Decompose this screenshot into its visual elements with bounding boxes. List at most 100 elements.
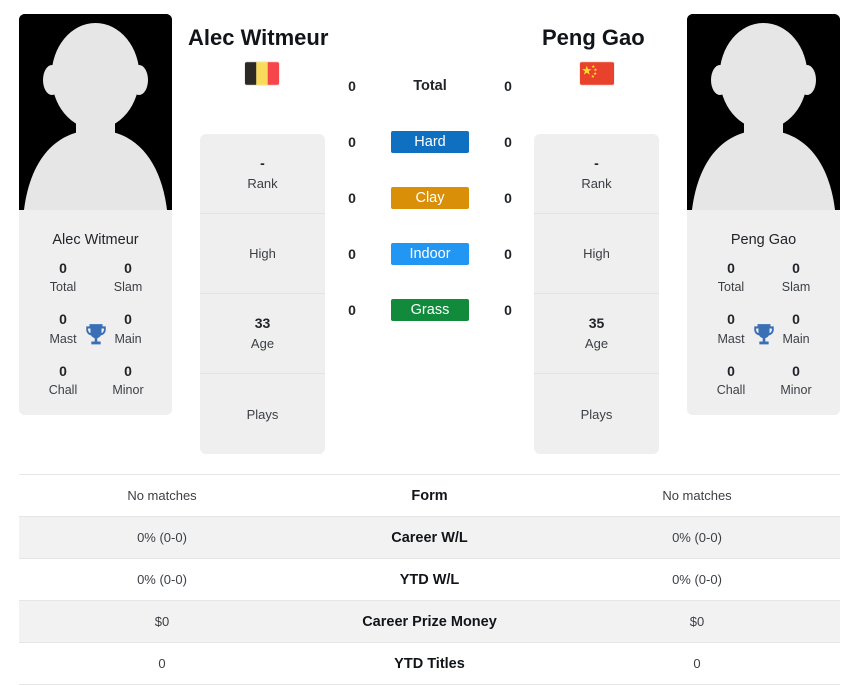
surface-row-grass: 0 Grass 0 (340, 282, 520, 338)
row-left-value: 0% (0-0) (137, 572, 187, 587)
titles-slam-value: 0 (792, 260, 800, 276)
titles-minor-value: 0 (124, 362, 132, 379)
player-card-name-left: Alec Witmeur (19, 220, 172, 258)
surface-indoor-right-value: 0 (504, 246, 512, 262)
titles-row: 0 Chall 0 Minor (19, 361, 172, 399)
row-label: Career W/L (391, 529, 468, 546)
stat-high-label: High (583, 246, 610, 262)
row-label: YTD W/L (399, 571, 460, 588)
row-right-value: $0 (689, 614, 705, 629)
player-name-left[interactable]: Alec Witmeur (188, 25, 328, 51)
stat-rank-value: - (260, 155, 265, 172)
surface-row-total: 0 Total 0 (340, 58, 520, 114)
stat-age-left: 33 Age (200, 294, 325, 374)
surface-titles-breakdown: 0 Total 0 0 Hard 0 0 Clay 0 0 Indoor 0 0… (340, 58, 520, 338)
titles-chall-value: 0 (59, 362, 67, 379)
trophy-icon (751, 322, 777, 348)
stat-high-left: High (200, 214, 325, 294)
titles-chall-value: 0 (727, 362, 735, 379)
surface-hard-right-value: 0 (504, 134, 512, 150)
row-label: Career Prize Money (362, 613, 497, 630)
surface-total-label: Total (413, 78, 447, 94)
surface-hard-left-value: 0 (348, 134, 356, 150)
titles-total-left: 0 Total (37, 258, 89, 296)
row-left-value: No matches (127, 488, 197, 503)
titles-minor-label: Minor (112, 383, 144, 398)
table-row: 0 YTD Titles 0 (19, 643, 840, 685)
trophy-icon (83, 322, 109, 348)
titles-chall-label: Chall (48, 383, 78, 398)
row-right-value: 0% (0-0) (672, 530, 722, 545)
table-row: No matches Form No matches (19, 475, 840, 517)
titles-main-label: Main (114, 331, 142, 346)
titles-main-value: 0 (792, 311, 800, 328)
titles-slam-left: 0 Slam (102, 258, 154, 296)
titles-minor-left: 0 Minor (102, 361, 154, 399)
stat-rank-value: - (594, 155, 599, 172)
titles-slam-label: Slam (781, 280, 811, 295)
titles-row: 0 Total 0 Slam (19, 258, 172, 296)
titles-chall-right: 0 Chall (705, 361, 757, 399)
surface-indoor-left-value: 0 (348, 246, 356, 262)
player-card-right[interactable]: Peng Gao 0 Total 0 Slam 0 Mast 0 Main 0 … (687, 14, 840, 416)
row-left-value: 0% (0-0) (137, 530, 187, 545)
titles-mast-left: 0 Mast (37, 309, 89, 347)
row-label: YTD Titles (394, 655, 465, 672)
surface-clay-right-value: 0 (504, 190, 512, 206)
titles-row: 0 Total 0 Slam (687, 258, 840, 296)
surface-hard-badge[interactable]: Hard (391, 131, 469, 153)
titles-slam-label: Slam (113, 280, 143, 295)
player-card-name-right: Peng Gao (687, 220, 840, 258)
titles-main-left: 0 Main (102, 309, 154, 347)
titles-mast-value: 0 (59, 311, 67, 328)
surface-grass-badge[interactable]: Grass (391, 299, 469, 321)
stat-age-right: 35 Age (534, 294, 659, 374)
titles-grid-left: 0 Total 0 Slam 0 Mast 0 Main 0 Chall 0 M… (19, 258, 172, 416)
player-card-left[interactable]: Alec Witmeur 0 Total 0 Slam 0 Mast 0 Mai… (19, 14, 172, 416)
titles-minor-label: Minor (780, 383, 812, 398)
titles-total-label: Total (717, 280, 745, 295)
stat-panel-left: - Rank High 33 Age Plays (200, 134, 325, 454)
surface-grass-left-value: 0 (348, 302, 356, 318)
stat-rank-left: - Rank (200, 134, 325, 214)
table-row: 0% (0-0) YTD W/L 0% (0-0) (19, 559, 840, 601)
titles-minor-right: 0 Minor (770, 361, 822, 399)
china-flag-icon (580, 62, 614, 85)
surface-row-clay: 0 Clay 0 (340, 170, 520, 226)
titles-mast-value: 0 (727, 311, 735, 328)
titles-total-right: 0 Total (705, 258, 757, 296)
stat-rank-label: Rank (247, 176, 278, 192)
titles-slam-value: 0 (124, 260, 132, 276)
stat-age-value: 33 (254, 315, 271, 332)
titles-minor-value: 0 (792, 362, 800, 379)
surface-total-left-value: 0 (348, 78, 356, 94)
stat-high-right: High (534, 214, 659, 294)
surface-indoor-badge[interactable]: Indoor (391, 243, 469, 265)
stat-high-label: High (249, 246, 276, 262)
table-row: $0 Career Prize Money $0 (19, 601, 840, 643)
player-photo-left (19, 14, 172, 220)
titles-grid-right: 0 Total 0 Slam 0 Mast 0 Main 0 Chall 0 M… (687, 258, 840, 416)
row-right-value: 0 (693, 656, 701, 671)
stat-plays-label: Plays (580, 406, 613, 422)
player-name-right[interactable]: Peng Gao (542, 25, 645, 51)
titles-total-label: Total (49, 280, 77, 295)
player-comparison-header: Alec Witmeur 0 Total 0 Slam 0 Mast 0 Mai… (0, 0, 859, 474)
surface-row-hard: 0 Hard 0 (340, 114, 520, 170)
titles-total-value: 0 (727, 260, 735, 276)
surface-grass-right-value: 0 (504, 302, 512, 318)
stat-rank-right: - Rank (534, 134, 659, 214)
stat-plays-right: Plays (534, 374, 659, 454)
row-right-value: 0% (0-0) (672, 572, 722, 587)
titles-main-label: Main (782, 331, 810, 346)
row-left-value: 0 (158, 656, 166, 671)
row-right-value: No matches (662, 488, 732, 503)
surface-clay-badge[interactable]: Clay (391, 187, 469, 209)
titles-mast-label: Mast (49, 331, 77, 346)
stat-age-label: Age (250, 336, 275, 352)
stat-age-value: 35 (588, 315, 605, 332)
titles-chall-left: 0 Chall (37, 361, 89, 399)
titles-main-right: 0 Main (770, 309, 822, 347)
titles-chall-label: Chall (716, 383, 746, 398)
titles-total-value: 0 (59, 260, 67, 276)
